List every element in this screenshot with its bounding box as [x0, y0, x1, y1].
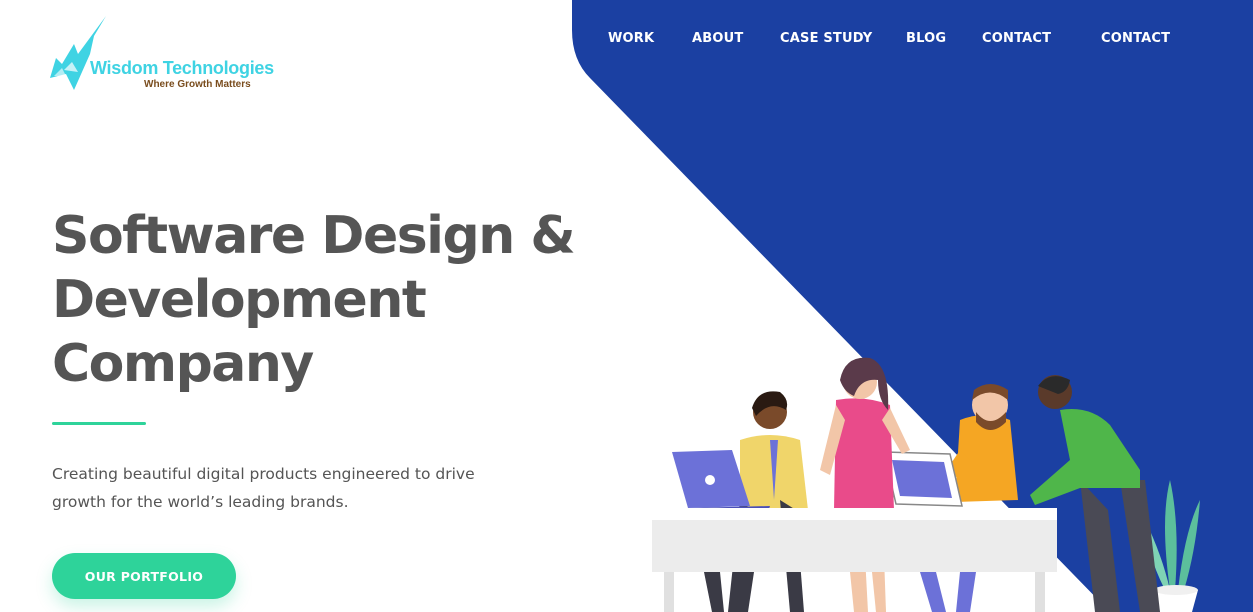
hero-title-line: Development [52, 270, 427, 330]
hero-description: Creating beautiful digital products engi… [52, 465, 475, 511]
main-nav: WORK ABOUT CASE STUDY BLOG CONTACT CONTA… [0, 31, 1253, 51]
nav-item-about[interactable]: ABOUT [692, 31, 743, 46]
nav-item-case-study[interactable]: CASE STUDY [780, 31, 872, 46]
hero-divider [52, 422, 146, 425]
desk [652, 508, 1057, 612]
nav-item-blog[interactable]: BLOG [906, 31, 946, 46]
tablet-icon [883, 451, 963, 507]
hero-title-line: Software Design & [52, 206, 576, 266]
nav-item-work[interactable]: WORK [608, 31, 654, 46]
logo-name: Wisdom Technologies [90, 58, 274, 78]
site-logo[interactable]: Wisdom Technologies Where Growth Matters [44, 14, 274, 94]
nav-item-contact-2[interactable]: CONTACT [1101, 31, 1170, 46]
logo-icon [50, 16, 106, 90]
nav-item-contact[interactable]: CONTACT [982, 31, 1051, 46]
team-at-desk-illustration [652, 357, 1200, 612]
logo-tagline: Where Growth Matters [144, 79, 251, 90]
hero-title: Software Design & Development Company [52, 204, 592, 396]
person-green [1030, 375, 1160, 612]
hero-title-line: Company [52, 334, 314, 394]
our-portfolio-button[interactable]: OUR PORTFOLIO [52, 553, 236, 599]
